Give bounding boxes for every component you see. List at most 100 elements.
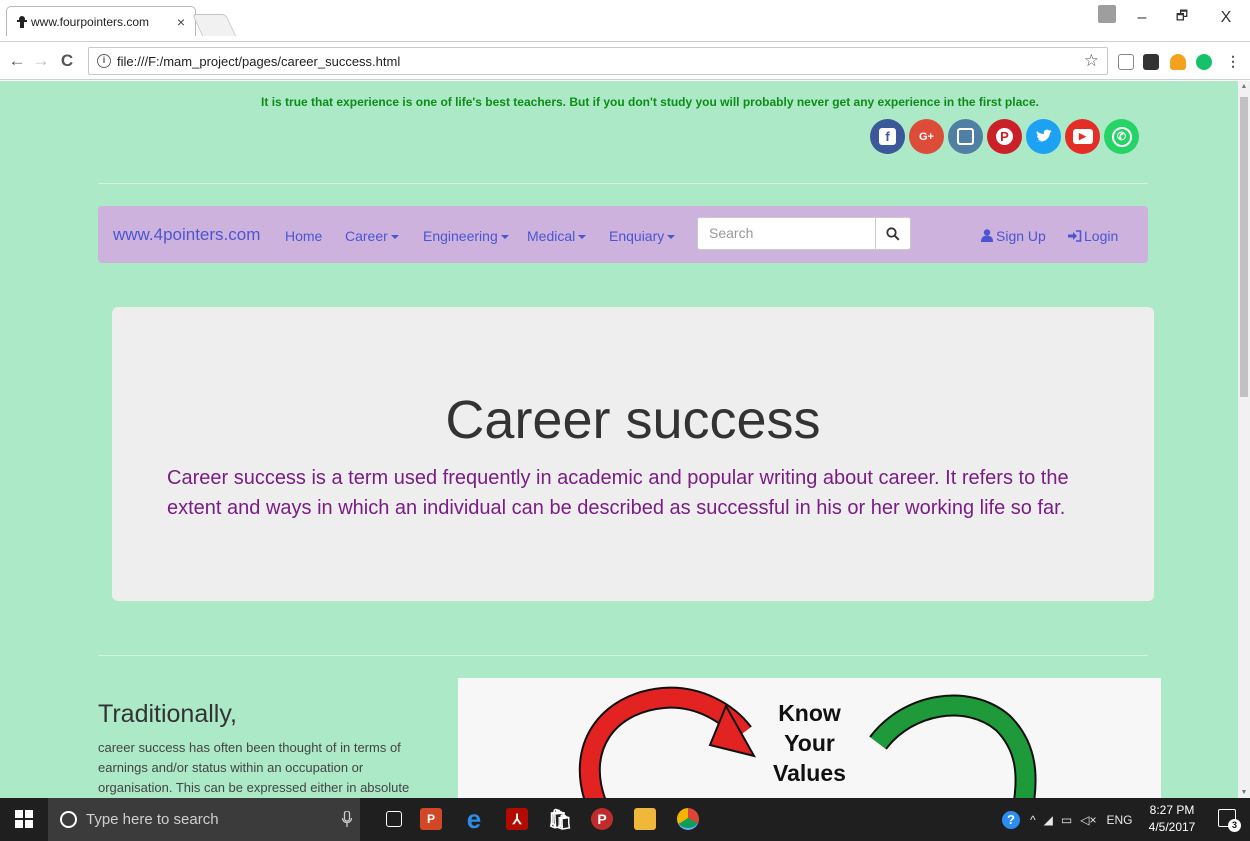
login-link[interactable]: Login xyxy=(1068,228,1118,244)
values-figure: Know Your Values xyxy=(458,678,1161,798)
profile-icon[interactable] xyxy=(1098,5,1116,23)
nav-career-label: Career xyxy=(345,228,388,244)
publisher-icon[interactable]: P xyxy=(591,808,613,830)
signup-label: Sign Up xyxy=(996,228,1046,244)
taskbar-search-placeholder: Type here to search xyxy=(86,811,219,828)
back-button[interactable]: ← xyxy=(6,50,28,72)
minimize-button[interactable]: – xyxy=(1122,0,1162,36)
page-scrollbar[interactable]: ▲ ▼ xyxy=(1238,81,1250,798)
site-navbar: www.4pointers.com Home Career Engineerin… xyxy=(98,206,1148,263)
network-icon[interactable]: ◢ xyxy=(1044,813,1053,827)
notification-count-badge: 3 xyxy=(1228,819,1241,832)
user-icon xyxy=(981,229,993,242)
taskbar-clock[interactable]: 8:27 PM 4/5/2017 xyxy=(1145,802,1199,836)
pinterest-icon[interactable]: P xyxy=(987,119,1022,154)
tab-close-icon[interactable]: × xyxy=(177,14,185,30)
search-input[interactable]: Search xyxy=(697,217,877,250)
twitter-bird-glyph xyxy=(1035,129,1052,142)
nav-career[interactable]: Career xyxy=(345,228,399,244)
chevron-down-icon xyxy=(500,235,509,240)
google-plus-icon[interactable]: G+ xyxy=(909,119,944,154)
login-icon xyxy=(1068,230,1082,242)
figure-line-values: Values xyxy=(773,760,846,786)
windows-start-icon[interactable] xyxy=(15,810,33,828)
nav-enquiry-label: Enquiary xyxy=(609,228,665,244)
page-title: Career success xyxy=(445,390,821,450)
language-indicator[interactable]: ENG xyxy=(1106,813,1132,827)
jumbotron: Career success Career success is a term … xyxy=(112,307,1154,601)
search-icon xyxy=(886,226,900,241)
youtube-icon[interactable]: ▶ xyxy=(1065,119,1100,154)
twitter-icon[interactable] xyxy=(1026,119,1061,154)
figure-line-your: Your xyxy=(784,730,835,756)
youtube-glyph: ▶ xyxy=(1072,129,1093,144)
tab-strip: www.fourpointers.com × – 🗗 X xyxy=(0,0,1250,42)
url-text: file:///F:/mam_project/pages/career_succ… xyxy=(117,53,401,69)
divider-top xyxy=(98,183,1148,184)
social-icons: f G+ P ▶ ✆ xyxy=(870,119,1139,154)
nav-medical-label: Medical xyxy=(527,228,576,244)
login-label: Login xyxy=(1084,228,1119,244)
whatsapp-icon[interactable]: ✆ xyxy=(1104,119,1139,154)
system-tray: ? ^ ◢ ▭ ◁× ENG xyxy=(1002,798,1132,841)
action-center-icon[interactable]: 3 xyxy=(1218,809,1241,832)
browser-tab[interactable]: www.fourpointers.com × xyxy=(6,6,196,36)
tab-title: www.fourpointers.com xyxy=(31,14,150,29)
nav-engineering-label: Engineering xyxy=(423,228,498,244)
info-icon[interactable]: i xyxy=(97,54,111,68)
address-bar[interactable]: i file:///F:/mam_project/pages/career_su… xyxy=(88,47,1108,75)
extension-incognito-icon[interactable] xyxy=(1143,54,1159,70)
chevron-down-icon xyxy=(578,235,587,240)
browser-toolbar: ← → C i file:///F:/mam_project/pages/car… xyxy=(0,42,1250,80)
bookmark-star-icon[interactable]: ☆ xyxy=(1084,51,1099,71)
cortana-icon xyxy=(60,811,77,828)
page-viewport: It is true that experience is one of lif… xyxy=(0,81,1238,798)
reload-button[interactable]: C xyxy=(56,50,78,72)
extension-copy-icon[interactable] xyxy=(1118,54,1134,70)
chevron-down-icon xyxy=(390,235,399,240)
scroll-up-icon[interactable]: ▲ xyxy=(1240,83,1248,90)
file-explorer-icon[interactable] xyxy=(634,808,656,830)
clock-time: 8:27 PM xyxy=(1149,803,1195,817)
nav-home[interactable]: Home xyxy=(285,228,322,244)
nav-engineering[interactable]: Engineering xyxy=(423,228,509,244)
chrome-icon[interactable] xyxy=(677,808,699,830)
signup-link[interactable]: Sign Up xyxy=(981,228,1046,244)
chevron-down-icon xyxy=(667,235,676,240)
pinterest-glyph: P xyxy=(996,128,1013,145)
forward-button[interactable]: → xyxy=(30,50,52,72)
extension-grammarly-icon[interactable] xyxy=(1196,54,1212,70)
instagram-icon[interactable] xyxy=(948,119,983,154)
site-favicon-icon xyxy=(17,16,27,28)
nav-enquiry[interactable]: Enquiary xyxy=(609,228,676,244)
header-quote: It is true that experience is one of lif… xyxy=(261,95,1039,109)
scroll-down-icon[interactable]: ▼ xyxy=(1240,789,1248,796)
help-icon[interactable]: ? xyxy=(1002,810,1020,829)
microphone-icon[interactable] xyxy=(342,811,352,827)
divider-middle xyxy=(98,655,1148,656)
windows-taskbar: Type here to search P e ⅄ 🛍 P ? ^ ◢ ▭ ◁×… xyxy=(0,798,1250,841)
new-tab-button[interactable] xyxy=(191,14,237,36)
acrobat-icon[interactable]: ⅄ xyxy=(506,808,528,830)
close-window-button[interactable]: X xyxy=(1206,0,1246,36)
clock-date: 4/5/2017 xyxy=(1148,820,1196,834)
figure-line-know: Know xyxy=(778,700,841,726)
powerpoint-icon[interactable]: P xyxy=(420,808,442,830)
restore-button[interactable]: 🗗 xyxy=(1162,0,1202,36)
whatsapp-glyph: ✆ xyxy=(1111,126,1132,147)
volume-icon[interactable]: ◁× xyxy=(1080,813,1096,827)
nav-medical[interactable]: Medical xyxy=(527,228,587,244)
battery-icon[interactable]: ▭ xyxy=(1061,813,1072,827)
task-view-icon[interactable] xyxy=(386,811,402,827)
section-heading: Traditionally, xyxy=(98,700,237,728)
navbar-brand[interactable]: www.4pointers.com xyxy=(113,225,260,245)
scrollbar-thumb[interactable] xyxy=(1240,97,1248,397)
show-hidden-icons-icon[interactable]: ^ xyxy=(1030,813,1036,827)
taskbar-search-input[interactable]: Type here to search xyxy=(48,798,360,841)
facebook-icon[interactable]: f xyxy=(870,119,905,154)
store-icon[interactable]: 🛍 xyxy=(547,808,572,831)
menu-icon[interactable]: ⋮ xyxy=(1222,50,1244,72)
extension-hand-icon[interactable] xyxy=(1170,54,1186,70)
edge-icon[interactable]: e xyxy=(463,804,485,834)
search-button[interactable] xyxy=(875,217,911,250)
